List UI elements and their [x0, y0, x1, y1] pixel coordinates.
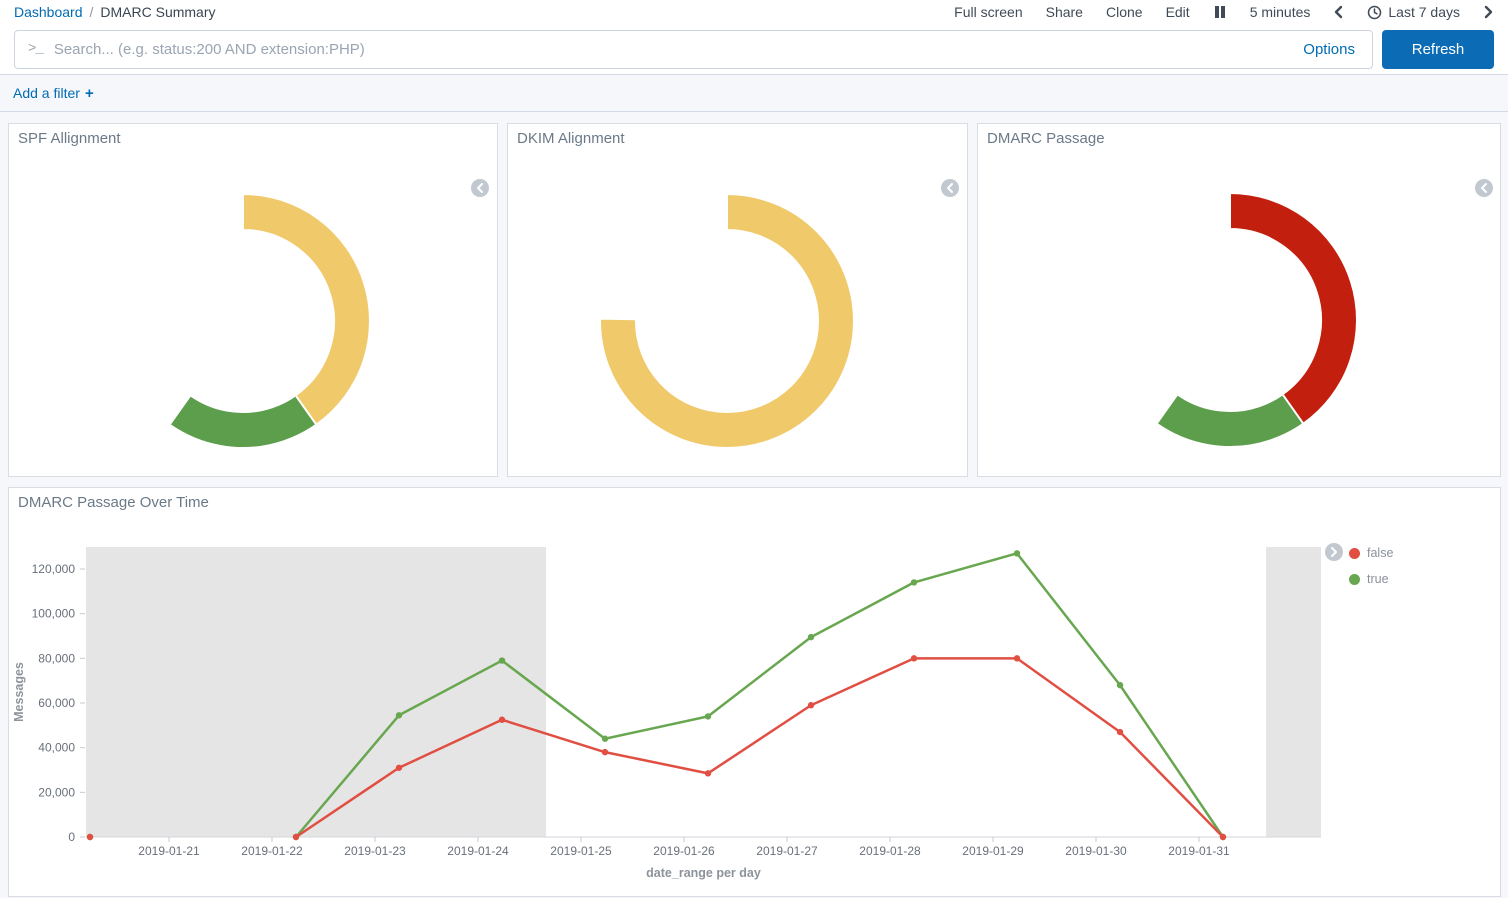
- dashboard-grid: SPF Allignment DKIM Alignment DMARC Pass…: [0, 112, 1508, 898]
- data-point-true[interactable]: [911, 579, 917, 585]
- data-point-false[interactable]: [87, 834, 93, 840]
- svg-text:2019-01-23: 2019-01-23: [344, 844, 406, 858]
- data-point-false[interactable]: [808, 702, 814, 708]
- data-point-false[interactable]: [396, 765, 402, 771]
- top-menu: Full screen Share Clone Edit 5 minutes L…: [954, 4, 1494, 20]
- chevron-left-icon[interactable]: [1333, 5, 1344, 19]
- donut-slice-yellow[interactable]: [600, 194, 854, 448]
- svg-text:60,000: 60,000: [38, 696, 75, 710]
- donut-slice-yellow[interactable]: [243, 194, 370, 425]
- donut-chart-dkim: [508, 124, 967, 476]
- svg-text:2019-01-28: 2019-01-28: [859, 844, 921, 858]
- panel-title: DMARC Passage: [987, 130, 1105, 147]
- data-point-true[interactable]: [602, 736, 608, 742]
- options-link[interactable]: Options: [1299, 41, 1359, 58]
- panel-spf-alignment: SPF Allignment: [8, 123, 498, 477]
- menu-full-screen[interactable]: Full screen: [954, 4, 1022, 20]
- svg-text:20,000: 20,000: [38, 785, 75, 799]
- endzone-left: [86, 547, 546, 837]
- refresh-button[interactable]: Refresh: [1382, 30, 1494, 69]
- data-point-false[interactable]: [1117, 729, 1123, 735]
- data-point-true[interactable]: [396, 712, 402, 718]
- add-filter-link[interactable]: Add a filter: [13, 85, 80, 101]
- svg-text:40,000: 40,000: [38, 741, 75, 755]
- terminal-prompt-icon: >_: [28, 41, 43, 57]
- search-input[interactable]: [52, 40, 1290, 59]
- plus-icon[interactable]: +: [85, 85, 94, 102]
- donut-chart-dmarc: [978, 124, 1500, 476]
- menu-edit[interactable]: Edit: [1166, 4, 1190, 20]
- page-title: DMARC Summary: [100, 4, 215, 20]
- pause-icon[interactable]: [1213, 5, 1227, 19]
- time-range-label: Last 7 days: [1388, 4, 1460, 20]
- data-point-true[interactable]: [1117, 682, 1123, 688]
- donut-chart-spf: [9, 124, 497, 476]
- legend-dot-icon: [1349, 548, 1360, 559]
- query-bar: >_ Options Refresh: [0, 24, 1508, 75]
- panel-dmarc-passage: DMARC Passage: [977, 123, 1501, 477]
- donut-slice-red[interactable]: [1230, 193, 1357, 424]
- svg-text:100,000: 100,000: [32, 607, 76, 621]
- data-point-false[interactable]: [911, 655, 917, 661]
- breadcrumb-separator: /: [90, 4, 94, 20]
- data-point-false[interactable]: [499, 717, 505, 723]
- data-point-false[interactable]: [602, 749, 608, 755]
- legend-dot-icon: [1349, 574, 1360, 585]
- panel-dkim-alignment: DKIM Alignment: [507, 123, 968, 477]
- legend-toggle-chevron-left-icon[interactable]: [1475, 179, 1493, 197]
- panel-title: DKIM Alignment: [517, 130, 625, 147]
- legend-label: false: [1367, 546, 1393, 560]
- line-legend-items: false true: [1349, 540, 1393, 592]
- search-box: >_ Options: [14, 30, 1373, 69]
- legend-toggle-chevron-right-icon[interactable]: [1325, 543, 1343, 561]
- panel-title: SPF Allignment: [18, 130, 121, 147]
- svg-text:2019-01-26: 2019-01-26: [653, 844, 715, 858]
- data-point-true[interactable]: [1014, 550, 1020, 556]
- time-range-picker[interactable]: Last 7 days: [1367, 4, 1460, 20]
- menu-share[interactable]: Share: [1046, 4, 1083, 20]
- breadcrumb-dashboard-link[interactable]: Dashboard: [14, 4, 83, 20]
- data-point-false[interactable]: [1014, 655, 1020, 661]
- refresh-interval-picker[interactable]: 5 minutes: [1250, 4, 1311, 20]
- svg-text:2019-01-22: 2019-01-22: [241, 844, 303, 858]
- svg-text:2019-01-24: 2019-01-24: [447, 844, 509, 858]
- data-point-true[interactable]: [705, 713, 711, 719]
- legend-toggle-chevron-left-icon[interactable]: [941, 179, 959, 197]
- legend-item-true[interactable]: true: [1349, 566, 1393, 592]
- clock-icon: [1367, 5, 1382, 20]
- svg-text:2019-01-27: 2019-01-27: [756, 844, 818, 858]
- svg-text:80,000: 80,000: [38, 651, 75, 665]
- data-point-true[interactable]: [808, 634, 814, 640]
- svg-text:2019-01-25: 2019-01-25: [550, 844, 612, 858]
- chevron-right-icon[interactable]: [1483, 5, 1494, 19]
- data-point-false[interactable]: [705, 770, 711, 776]
- legend-item-false[interactable]: false: [1349, 540, 1393, 566]
- y-axis-title: Messages: [12, 662, 26, 722]
- svg-text:120,000: 120,000: [32, 562, 76, 576]
- legend-label: true: [1367, 572, 1389, 586]
- legend-toggle-chevron-left-icon[interactable]: [471, 179, 489, 197]
- panel-dmarc-over-time: DMARC Passage Over Time 0 20,000 40,000 60,…: [8, 487, 1501, 897]
- line-chart-dmarc-over-time: 0 20,000 40,000 60,000 80,000 100,000 120,000 2…: [9, 488, 1500, 896]
- data-point-true[interactable]: [499, 657, 505, 663]
- svg-text:2019-01-31: 2019-01-31: [1168, 844, 1230, 858]
- svg-text:2019-01-30: 2019-01-30: [1065, 844, 1127, 858]
- svg-text:2019-01-21: 2019-01-21: [138, 844, 200, 858]
- menu-clone[interactable]: Clone: [1106, 4, 1143, 20]
- svg-text:0: 0: [68, 830, 75, 844]
- svg-text:2019-01-29: 2019-01-29: [962, 844, 1024, 858]
- filter-bar: Add a filter +: [0, 75, 1508, 112]
- data-point-false[interactable]: [1220, 834, 1226, 840]
- top-nav-bar: Dashboard / DMARC Summary Full screen Sh…: [0, 0, 1508, 24]
- data-point-false[interactable]: [293, 834, 299, 840]
- breadcrumb: Dashboard / DMARC Summary: [14, 4, 216, 20]
- endzone-right: [1266, 547, 1321, 837]
- panel-title: DMARC Passage Over Time: [18, 494, 209, 511]
- x-axis-title: date_range per day: [646, 866, 761, 880]
